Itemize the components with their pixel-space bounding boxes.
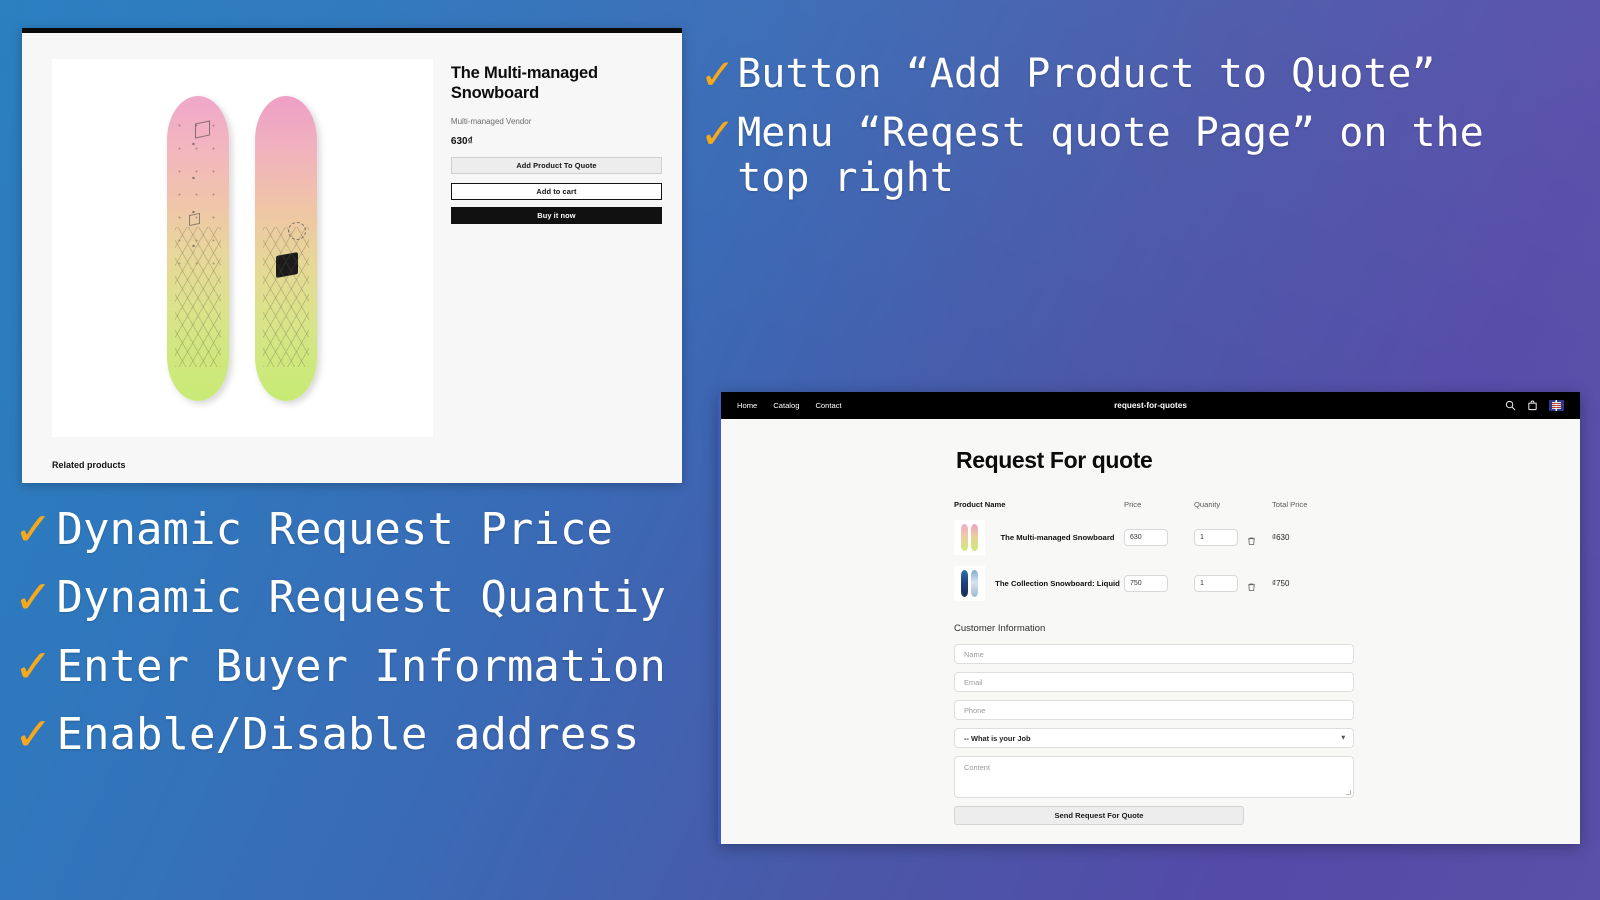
annotation-text: Button “Add Product to Quote” <box>737 51 1436 97</box>
total-price-value: ₫630 <box>1272 533 1290 542</box>
product-cell: The Collection Snowboard: Liquid <box>954 566 1124 601</box>
table-row: The Multi-managed Snowboard 630 1 ₫630 <box>954 520 1354 555</box>
column-header-product-name: Product Name <box>954 500 1006 509</box>
check-icon: ✓ <box>14 502 53 556</box>
rfq-page-body: Request For quote Product Name Price Qua… <box>721 447 1580 844</box>
product-vendor: Multi-managed Vendor <box>450 116 532 126</box>
table-row: The Collection Snowboard: Liquid 750 1 ₫… <box>954 566 1354 601</box>
column-header-quantity: Quanity <box>1194 500 1221 509</box>
product-name: The Collection Snowboard: Liquid <box>995 578 1120 588</box>
trash-icon[interactable] <box>1247 579 1256 591</box>
customer-information-heading: Customer Information <box>954 623 1046 634</box>
column-header-total-price: Total Price <box>1272 500 1308 509</box>
content-textarea[interactable]: Content <box>954 756 1354 798</box>
annotation-item: ✓ Dynamic Request Price <box>14 502 724 556</box>
snowboard-pink-thumb-icon <box>954 520 985 555</box>
snowboard-front-image <box>167 95 230 401</box>
product-info-panel: The Multi-managed Snowboard Multi-manage… <box>450 59 662 437</box>
cart-icon[interactable] <box>1527 400 1538 411</box>
name-field[interactable]: Name <box>954 644 1354 664</box>
annotation-text: Enable/Disable address <box>56 708 640 760</box>
related-products-heading: Related products <box>52 460 126 470</box>
annotation-item: ✓ Button “Add Product to Quote” <box>700 52 1580 97</box>
content-placeholder: Content <box>964 763 990 772</box>
nav-item-catalog[interactable]: Catalog <box>773 401 799 410</box>
annotation-item: ✓ Enter Buyer Information <box>14 638 724 693</box>
quote-items-table: Product Name Price Quanity Total Price T… <box>954 500 1354 601</box>
chevron-down-icon: ▾ <box>1341 734 1345 742</box>
buy-it-now-button[interactable]: Buy it now <box>450 206 662 224</box>
add-product-to-quote-button[interactable]: Add Product To Quote <box>450 156 662 174</box>
board-cube-glyph-2 <box>189 212 201 226</box>
board-cube-glyph <box>195 119 211 139</box>
job-select-value: -- What is your Job <box>964 733 1031 743</box>
quantity-input[interactable]: 1 <box>1194 575 1238 592</box>
table-header-row: Product Name Price Quanity Total Price <box>954 500 1354 509</box>
search-icon[interactable] <box>1505 400 1516 411</box>
product-title: The Multi-managed Snowboard <box>450 64 598 103</box>
page-title: Request For quote <box>956 447 1153 473</box>
main-nav: Home Catalog Contact <box>737 401 842 410</box>
annotation-text: Enter Buyer Information <box>56 640 666 692</box>
quantity-cell: 1 <box>1194 529 1272 546</box>
phone-field[interactable]: Phone <box>954 700 1354 720</box>
send-request-for-quote-button[interactable]: Send Request For Quote <box>954 806 1244 825</box>
product-cell: The Multi-managed Snowboard <box>954 520 1124 555</box>
annotation-text: Menu “Reqest quote Page” on the top righ… <box>737 109 1484 201</box>
annotation-text: Dynamic Request Quantiy <box>56 572 666 624</box>
total-price-value: ₫750 <box>1272 579 1290 588</box>
check-icon: ✓ <box>14 570 53 625</box>
job-select[interactable]: -- What is your Job ▾ <box>954 728 1354 748</box>
product-name: The Multi-managed Snowboard <box>1000 532 1115 542</box>
price-input[interactable]: 750 <box>1124 575 1168 592</box>
flag-language-icon[interactable] <box>1549 400 1564 411</box>
check-icon: ✓ <box>700 50 736 99</box>
board-grid-pattern <box>175 226 222 367</box>
annotation-item: ✓ Dynamic Request Quantiy <box>14 570 724 625</box>
customer-information-form: Name Email Phone -- What is your Job ▾ C… <box>954 644 1354 825</box>
annotation-text: Dynamic Request Price <box>56 504 613 555</box>
snowboard-blue-thumb-icon <box>954 566 985 601</box>
site-brand: request-for-quotes <box>1114 401 1187 410</box>
annotation-item: ✓ Enable/Disable address <box>14 706 724 761</box>
check-icon: ✓ <box>14 638 53 693</box>
add-to-cart-button[interactable]: Add to cart <box>450 182 662 200</box>
quantity-input[interactable]: 1 <box>1194 529 1238 546</box>
quantity-cell: 1 <box>1194 575 1272 592</box>
snowboard-back-image <box>255 95 318 401</box>
product-price: 630₫ <box>450 135 473 147</box>
header-icon-group <box>1505 400 1564 411</box>
resize-handle-icon[interactable] <box>1346 790 1351 795</box>
column-header-price: Price <box>1124 500 1142 509</box>
nav-item-home[interactable]: Home <box>737 401 757 410</box>
annotation-item: ✓ Menu “Reqest quote Page” on the top ri… <box>700 108 1580 201</box>
trash-icon[interactable] <box>1247 533 1256 545</box>
nav-item-contact[interactable]: Contact <box>815 401 841 410</box>
product-gallery <box>52 59 433 437</box>
annotation-list-right: ✓ Button “Add Product to Quote” ✓ Menu “… <box>700 52 1580 214</box>
annotation-list-left: ✓ Dynamic Request Price ✓ Dynamic Reques… <box>14 505 724 778</box>
board-grid-pattern-2 <box>263 226 310 367</box>
check-icon: ✓ <box>700 108 736 158</box>
price-input[interactable]: 630 <box>1124 529 1168 546</box>
product-detail-screenshot: The Multi-managed Snowboard Multi-manage… <box>22 28 682 483</box>
request-for-quote-screenshot: Home Catalog Contact request-for-quotes … <box>718 392 1580 844</box>
email-field[interactable]: Email <box>954 672 1354 692</box>
check-icon: ✓ <box>14 706 53 761</box>
site-header: Home Catalog Contact request-for-quotes <box>721 392 1580 419</box>
